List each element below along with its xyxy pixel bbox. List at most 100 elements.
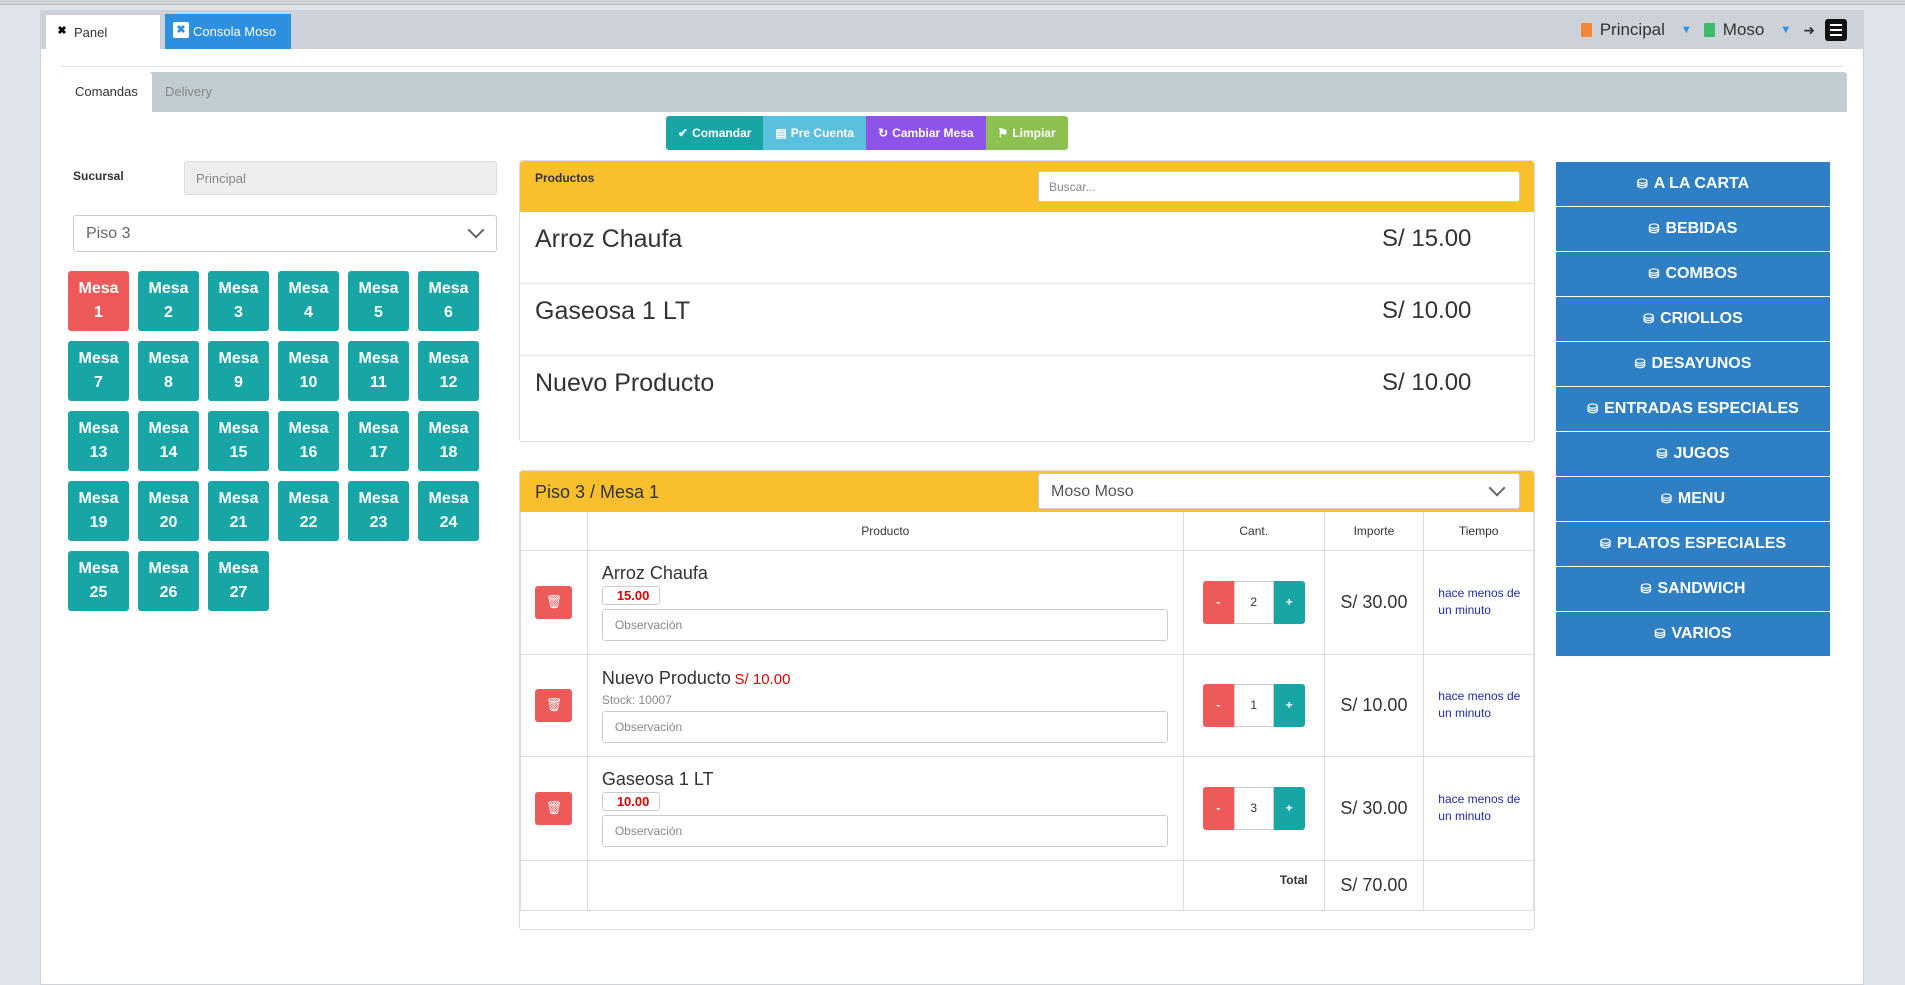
cubes-icon: ⛁ [1654, 626, 1666, 641]
mesa-button[interactable]: Mesa 11 [348, 341, 409, 401]
orden-panel: Piso 3 / Mesa 1 Moso Moso Producto Cant.… [519, 470, 1535, 930]
user-dropdown[interactable]: Moso [1723, 20, 1765, 40]
increase-button[interactable]: + [1273, 786, 1305, 830]
button-label: Limpiar [1012, 126, 1056, 140]
item-tiempo: hace menos de un minuto [1423, 549, 1534, 655]
quantity-input[interactable]: 1 [1233, 683, 1274, 727]
subtab-comandas[interactable]: Comandas [61, 72, 152, 112]
mesa-button[interactable]: Mesa 2 [138, 271, 199, 331]
table-row: 🗑 Gaseosa 1 LT 10.00 Observación - 3 + S… [520, 755, 1534, 861]
mesa-button[interactable]: Mesa 8 [138, 341, 199, 401]
item-tiempo: hace menos de un minuto [1423, 653, 1534, 757]
categoria-button[interactable]: ⛁ ENTRADAS ESPECIALES [1556, 387, 1830, 431]
item-importe: S/ 30.00 [1323, 549, 1425, 655]
tab-label: Panel [74, 25, 108, 40]
mesa-button[interactable]: Mesa 1 [68, 271, 129, 331]
product-price: S/ 10.00 [1382, 297, 1472, 324]
search-input[interactable]: Buscar... [1038, 171, 1520, 202]
mesa-button[interactable]: Mesa 17 [348, 411, 409, 471]
mesa-button[interactable]: Mesa 25 [68, 551, 129, 611]
mesa-button[interactable]: Mesa 10 [278, 341, 339, 401]
comandar-button[interactable]: ✔ Comandar [666, 116, 764, 150]
mesa-button[interactable]: Mesa 5 [348, 271, 409, 331]
sucursal-dropdown[interactable]: Principal [1600, 20, 1665, 40]
mesa-button[interactable]: Mesa 27 [208, 551, 269, 611]
categoria-button[interactable]: ⛁ PLATOS ESPECIALES [1556, 522, 1830, 566]
building-icon [1580, 23, 1592, 37]
observacion-input[interactable]: Observación [601, 609, 1168, 641]
tab-bar: ✖ Panel ✖ Consola Moso Principal ▼ Moso … [41, 11, 1863, 49]
categoria-button[interactable]: ⛁ BEBIDAS [1556, 207, 1830, 251]
trash-icon[interactable]: 🗑 [535, 688, 573, 722]
categoria-label: DESAYUNOS [1651, 355, 1752, 372]
close-icon[interactable]: ✖ [173, 22, 189, 38]
categoria-button[interactable]: ⛁ CRIOLLOS [1556, 297, 1830, 341]
observacion-input[interactable]: Observación [601, 815, 1168, 847]
mesa-button[interactable]: Mesa 23 [348, 481, 409, 541]
mesa-button[interactable]: Mesa 20 [138, 481, 199, 541]
increase-button[interactable]: + [1273, 683, 1305, 727]
caret-down-icon[interactable]: ▼ [1780, 24, 1791, 36]
mesa-button[interactable]: Mesa 19 [68, 481, 129, 541]
product-row[interactable]: Nuevo Producto S/ 10.00 [520, 356, 1534, 428]
decrease-button[interactable]: - [1202, 683, 1234, 727]
logout-icon[interactable]: ➜ [1803, 22, 1815, 39]
decrease-button[interactable]: - [1202, 786, 1234, 830]
caret-down-icon[interactable]: ▼ [1681, 24, 1692, 36]
mesa-button[interactable]: Mesa 22 [278, 481, 339, 541]
product-row[interactable]: Gaseosa 1 LT S/ 10.00 [520, 284, 1534, 356]
categoria-button[interactable]: ⛁ A LA CARTA [1556, 162, 1830, 206]
mesa-button[interactable]: Mesa 24 [418, 481, 479, 541]
mesa-button[interactable]: Mesa 26 [138, 551, 199, 611]
cambiar-mesa-button[interactable]: ↻ Cambiar Mesa [866, 116, 986, 150]
categoria-button[interactable]: ⛁ JUGOS [1556, 432, 1830, 476]
trash-icon[interactable]: 🗑 [535, 791, 573, 825]
pre-cuenta-button[interactable]: ▤ Pre Cuenta [763, 116, 867, 150]
quantity-input[interactable]: 2 [1233, 580, 1274, 624]
categoria-button[interactable]: ⛁ DESAYUNOS [1556, 342, 1830, 386]
divider [61, 66, 1843, 67]
observacion-input[interactable]: Observación [601, 710, 1168, 743]
decrease-button[interactable]: - [1202, 580, 1234, 624]
mesa-button[interactable]: Mesa 16 [278, 411, 339, 471]
cubes-icon: ⛁ [1656, 446, 1668, 461]
total-value: S/ 70.00 [1323, 859, 1425, 911]
mesa-button[interactable]: Mesa 14 [138, 411, 199, 471]
product-row[interactable]: Arroz Chaufa S/ 15.00 [520, 212, 1534, 284]
mesa-button[interactable]: Mesa 12 [418, 341, 479, 401]
cubes-icon: ⛁ [1636, 176, 1648, 191]
mesa-button[interactable]: Mesa 3 [208, 271, 269, 331]
tab-panel[interactable]: ✖ Panel [45, 14, 161, 49]
mesa-button[interactable]: Mesa 21 [208, 481, 269, 541]
mesa-button[interactable]: Mesa 13 [68, 411, 129, 471]
piso-select[interactable]: Piso 3 [73, 215, 497, 252]
item-unit-price: S/ 10.00 [734, 670, 791, 688]
mozo-select[interactable]: Moso Moso [1038, 473, 1520, 509]
mesa-button[interactable]: Mesa 6 [418, 271, 479, 331]
categoria-button[interactable]: ⛁ VARIOS [1556, 612, 1830, 656]
close-icon[interactable]: ✖ [54, 23, 70, 39]
book-icon: ▤ [775, 126, 787, 140]
quantity-input[interactable]: 3 [1233, 786, 1274, 830]
sucursal-label: Sucursal [73, 169, 124, 183]
categoria-button[interactable]: ⛁ COMBOS [1556, 252, 1830, 296]
trash-icon[interactable]: 🗑 [535, 585, 573, 619]
subtab-delivery[interactable]: Delivery [151, 72, 226, 112]
categoria-button[interactable]: ⛁ MENU [1556, 477, 1830, 521]
header-controls: Principal ▼ Moso ▼ ➜ [1580, 17, 1847, 43]
mesa-button[interactable]: Mesa 18 [418, 411, 479, 471]
increase-button[interactable]: + [1273, 580, 1305, 624]
limpiar-button[interactable]: ⚑ Limpiar [985, 116, 1068, 150]
mesa-button[interactable]: Mesa 15 [208, 411, 269, 471]
item-name: Nuevo Producto [601, 667, 731, 688]
tab-consola-moso[interactable]: ✖ Consola Moso [165, 14, 291, 49]
sucursal-field[interactable]: Principal [184, 161, 497, 195]
categoria-label: SANDWICH [1657, 580, 1746, 597]
hamburger-menu-button[interactable] [1825, 19, 1847, 41]
col-tiempo: Tiempo [1423, 512, 1534, 551]
mesa-button[interactable]: Mesa 4 [278, 271, 339, 331]
mesa-button[interactable]: Mesa 7 [68, 341, 129, 401]
categoria-label: ENTRADAS ESPECIALES [1604, 400, 1799, 417]
categoria-button[interactable]: ⛁ SANDWICH [1556, 567, 1830, 611]
mesa-button[interactable]: Mesa 9 [208, 341, 269, 401]
